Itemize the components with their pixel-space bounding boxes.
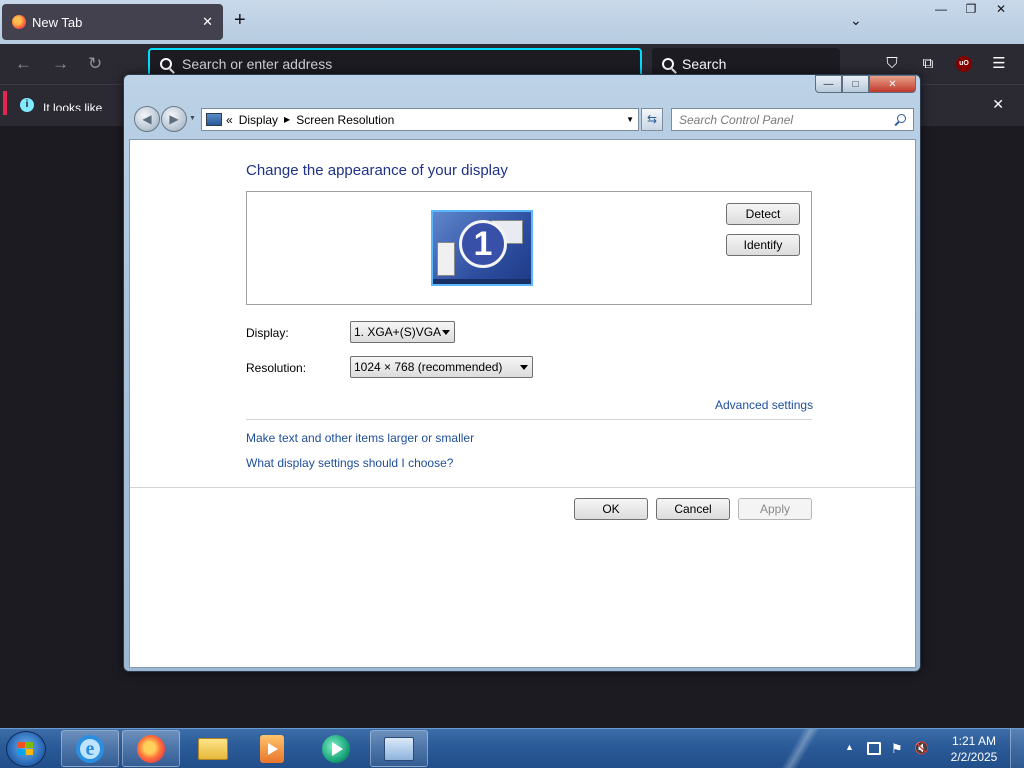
screen-resolution-window: — □ ✕ ◀ ▶ ▼ « Display ▶ Screen Resolutio… [123, 74, 921, 672]
address-dropdown-icon[interactable]: ▼ [626, 115, 634, 124]
minimize-button[interactable]: — [815, 75, 842, 93]
tab-title: New Tab [32, 14, 83, 30]
control-panel-search[interactable] [671, 108, 914, 131]
display-label: Display: [246, 326, 289, 340]
taskbar-file-explorer[interactable] [184, 730, 242, 767]
taskbar-app[interactable] [307, 730, 365, 767]
taskbar-internet-explorer[interactable]: e [61, 730, 119, 767]
forward-arrow-icon[interactable]: → [52, 54, 69, 74]
display-help-link[interactable]: What display settings should I choose? [246, 456, 453, 470]
detect-button[interactable]: Detect [726, 203, 800, 225]
show-hidden-icons-icon[interactable]: ▲ [845, 742, 854, 752]
menu-icon[interactable]: ☰ [990, 55, 1008, 73]
action-center-flag-icon[interactable]: ⚑ [891, 742, 905, 755]
taskbar-control-panel[interactable] [370, 730, 428, 767]
breadcrumb-arrow-icon[interactable]: ▶ [284, 115, 290, 124]
monitor-arrangement-panel: 1 Detect Identify [246, 191, 812, 305]
text-size-link[interactable]: Make text and other items larger or smal… [246, 431, 474, 445]
tab-new-tab[interactable]: New Tab ✕ [2, 4, 223, 40]
control-panel-search-input[interactable] [679, 112, 884, 127]
taskbar-media-player[interactable] [243, 730, 301, 767]
extensions-icon[interactable]: ⧉ [919, 55, 937, 73]
minimize-button[interactable]: — [926, 0, 956, 18]
monitor-taskbar-graphic [433, 279, 531, 284]
breadcrumb-screen-resolution[interactable]: Screen Resolution [296, 113, 394, 127]
back-button[interactable]: ◀ [134, 106, 160, 132]
restore-button[interactable]: ❐ [956, 0, 986, 18]
info-icon: i [20, 98, 34, 112]
display-select[interactable]: 1. XGA+(S)VGA [350, 321, 455, 343]
divider [130, 487, 915, 488]
ublock-icon[interactable]: uO [956, 56, 972, 72]
advanced-settings-link[interactable]: Advanced settings [715, 398, 813, 412]
monitor-1-icon[interactable]: 1 [431, 210, 533, 286]
search-icon [897, 114, 906, 123]
clock-date: 2/2/2025 [950, 750, 998, 764]
show-desktop-button[interactable] [1010, 729, 1024, 768]
resolution-select-value: 1024 × 768 (recommended) [354, 360, 503, 374]
notification-close-icon[interactable]: ✕ [992, 96, 1004, 113]
display-select-value: 1. XGA+(S)VGA [354, 325, 442, 339]
reload-icon[interactable]: ↻ [88, 54, 102, 74]
media-player-icon [260, 734, 284, 763]
divider [246, 419, 812, 420]
cancel-button[interactable]: Cancel [656, 498, 730, 520]
forward-button[interactable]: ▶ [161, 106, 187, 132]
monitor-window-graphic [437, 242, 455, 276]
network-icon[interactable] [867, 742, 881, 755]
breadcrumb-overflow[interactable]: « [226, 113, 233, 127]
app-icon [322, 734, 350, 763]
search-bar-label: Search [682, 56, 727, 72]
page-title: Change the appearance of your display [246, 162, 508, 179]
notification-accent [3, 91, 7, 115]
taskbar: e ▲ ⚑ 🔇 1:21 AM 2/2/2025 [0, 728, 1024, 768]
firefox-icon [12, 15, 26, 29]
url-input[interactable] [182, 56, 622, 72]
apply-button[interactable]: Apply [738, 498, 812, 520]
clock-time: 1:21 AM [951, 734, 997, 748]
resolution-label: Resolution: [246, 361, 307, 375]
ok-button[interactable]: OK [574, 498, 648, 520]
navigation-buttons: ◀ ▶ ▼ [132, 105, 196, 133]
back-arrow-icon[interactable]: ← [15, 54, 32, 74]
monitor-number: 1 [459, 220, 507, 268]
new-tab-button[interactable]: + [234, 10, 246, 30]
close-button[interactable]: ✕ [869, 75, 916, 93]
taskbar-firefox[interactable] [122, 730, 180, 767]
recent-pages-icon[interactable]: ▼ [189, 115, 196, 122]
control-panel-icon [206, 113, 222, 126]
control-panel-icon [384, 736, 414, 761]
folder-icon [198, 737, 228, 760]
window-caption-buttons: — □ ✕ [815, 75, 916, 93]
browser-tab-strip: New Tab ✕ + ⌄ — ❐ ✕ [0, 0, 1024, 44]
windows-logo-icon [18, 742, 34, 757]
list-all-tabs-icon[interactable]: ⌄ [850, 12, 862, 29]
breadcrumb-display[interactable]: Display [239, 113, 278, 127]
chevron-down-icon [442, 330, 450, 335]
pocket-icon[interactable]: ⛉ [883, 55, 901, 73]
taskbar-glare [770, 729, 830, 768]
chevron-down-icon [520, 365, 528, 370]
search-icon [662, 58, 674, 70]
maximize-button[interactable]: □ [842, 75, 869, 93]
browser-window-controls: — ❐ ✕ [926, 0, 1016, 18]
refresh-button[interactable]: ⇆ [641, 108, 663, 131]
volume-muted-icon[interactable]: 🔇 [914, 742, 929, 755]
identify-button[interactable]: Identify [726, 234, 800, 256]
clock[interactable]: 1:21 AM 2/2/2025 [944, 733, 1004, 765]
internet-explorer-icon: e [76, 734, 104, 763]
close-button[interactable]: ✕ [986, 0, 1016, 18]
firefox-icon [137, 734, 165, 763]
breadcrumb[interactable]: « Display ▶ Screen Resolution ▼ [201, 108, 639, 131]
search-icon [160, 58, 172, 70]
notification-text: It looks like [43, 101, 103, 111]
resolution-select[interactable]: 1024 × 768 (recommended) [350, 356, 533, 378]
screen-resolution-content: Change the appearance of your display 1 … [129, 139, 916, 668]
tab-close-icon[interactable]: ✕ [202, 14, 213, 30]
start-button[interactable] [6, 731, 46, 767]
